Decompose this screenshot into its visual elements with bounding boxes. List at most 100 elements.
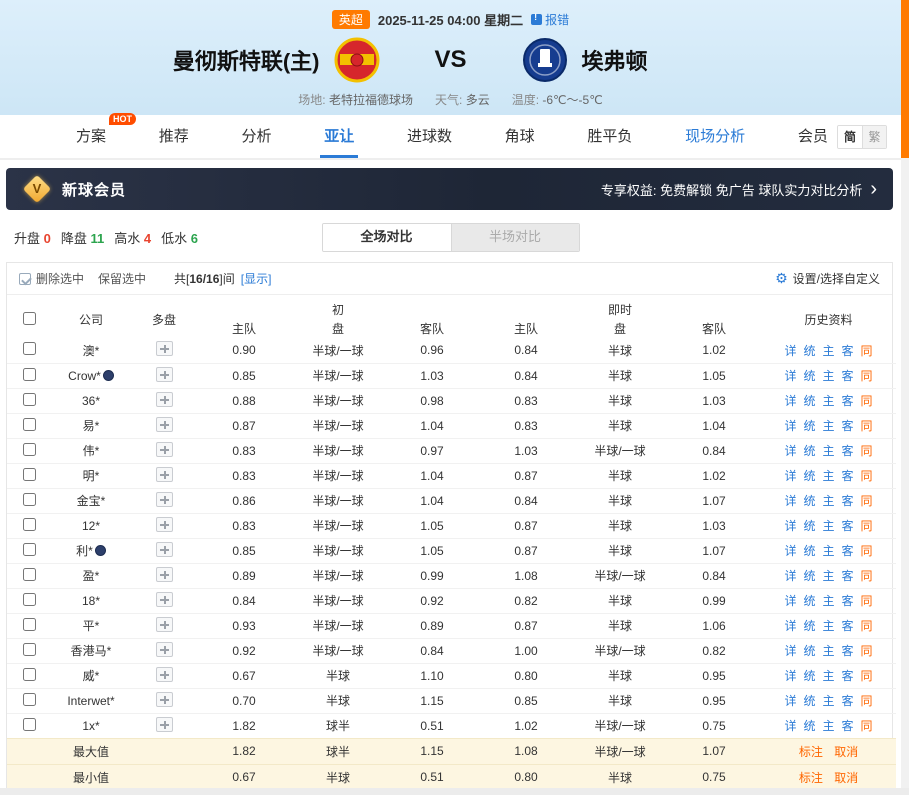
history-link-home[interactable]: 主 — [823, 592, 835, 609]
banner-benefits[interactable]: 专享权益: 免费解锁 免广告 球队实力对比分析 › — [601, 179, 877, 199]
tab-corners[interactable]: 角球 — [501, 115, 539, 158]
history-link-stats[interactable]: 统 — [804, 692, 816, 709]
multi-odds-button[interactable] — [156, 367, 173, 382]
history-link-same[interactable]: 同 — [861, 367, 873, 384]
history-link-same[interactable]: 同 — [861, 567, 873, 584]
history-link-same[interactable]: 同 — [861, 667, 873, 684]
history-link-stats[interactable]: 统 — [804, 467, 816, 484]
history-link-same[interactable]: 同 — [861, 517, 873, 534]
history-link-home[interactable]: 主 — [823, 567, 835, 584]
history-link-stats[interactable]: 统 — [804, 342, 816, 359]
history-link-home[interactable]: 主 — [823, 492, 835, 509]
company-name[interactable]: 澳* — [51, 338, 131, 363]
row-checkbox[interactable] — [23, 568, 36, 581]
history-link-away[interactable]: 客 — [842, 567, 854, 584]
history-link-detail[interactable]: 详 — [784, 392, 796, 409]
history-link-detail[interactable]: 详 — [784, 667, 796, 684]
settings-button[interactable]: ⚙ 设置/选择自定义 — [775, 270, 880, 287]
history-link-same[interactable]: 同 — [861, 642, 873, 659]
row-checkbox[interactable] — [23, 393, 36, 406]
history-link-home[interactable]: 主 — [823, 467, 835, 484]
row-checkbox[interactable] — [23, 618, 36, 631]
history-link-detail[interactable]: 详 — [784, 417, 796, 434]
tab-asian-handicap[interactable]: 亚让 — [320, 115, 358, 158]
history-link-home[interactable]: 主 — [823, 617, 835, 634]
cancel-link[interactable]: 取消 — [834, 771, 858, 785]
history-link-home[interactable]: 主 — [823, 542, 835, 559]
report-error-link[interactable]: 报错 — [531, 11, 569, 28]
history-link-away[interactable]: 客 — [842, 417, 854, 434]
tab-full-match-compare[interactable]: 全场对比 — [323, 224, 451, 251]
history-link-detail[interactable]: 详 — [784, 467, 796, 484]
row-checkbox[interactable] — [23, 593, 36, 606]
history-link-detail[interactable]: 详 — [784, 717, 796, 734]
multi-odds-button[interactable] — [156, 692, 173, 707]
history-link-home[interactable]: 主 — [823, 642, 835, 659]
vertical-scrollbar-thumb[interactable] — [901, 0, 909, 158]
lang-traditional-button[interactable]: 繁 — [862, 126, 886, 148]
show-link[interactable]: [显示] — [241, 270, 272, 287]
tab-plans[interactable]: 方案HOT — [72, 115, 110, 158]
history-link-detail[interactable]: 详 — [784, 567, 796, 584]
history-link-detail[interactable]: 详 — [784, 492, 796, 509]
history-link-away[interactable]: 客 — [842, 692, 854, 709]
row-checkbox[interactable] — [23, 643, 36, 656]
keep-selected-button[interactable]: 保留选中 — [98, 270, 146, 287]
history-link-away[interactable]: 客 — [842, 442, 854, 459]
row-checkbox[interactable] — [23, 668, 36, 681]
multi-odds-button[interactable] — [156, 617, 173, 632]
multi-odds-button[interactable] — [156, 542, 173, 557]
history-link-detail[interactable]: 详 — [784, 542, 796, 559]
tab-analysis[interactable]: 分析 — [237, 115, 275, 158]
company-name[interactable]: 12* — [51, 513, 131, 538]
multi-odds-button[interactable] — [156, 717, 173, 732]
company-name[interactable]: 18* — [51, 588, 131, 613]
history-link-stats[interactable]: 统 — [804, 642, 816, 659]
history-link-stats[interactable]: 统 — [804, 592, 816, 609]
multi-odds-button[interactable] — [156, 341, 173, 356]
history-link-home[interactable]: 主 — [823, 692, 835, 709]
lang-simplified-button[interactable]: 简 — [838, 126, 862, 148]
history-link-home[interactable]: 主 — [823, 667, 835, 684]
company-name[interactable]: 易* — [51, 413, 131, 438]
history-link-away[interactable]: 客 — [842, 642, 854, 659]
history-link-away[interactable]: 客 — [842, 367, 854, 384]
multi-odds-button[interactable] — [156, 517, 173, 532]
tab-recommend[interactable]: 推荐 — [155, 115, 193, 158]
multi-odds-button[interactable] — [156, 642, 173, 657]
history-link-home[interactable]: 主 — [823, 442, 835, 459]
company-name[interactable]: 金宝* — [51, 488, 131, 513]
multi-odds-button[interactable] — [156, 567, 173, 582]
company-name[interactable]: 36* — [51, 388, 131, 413]
multi-odds-button[interactable] — [156, 667, 173, 682]
tab-1x2[interactable]: 胜平负 — [583, 115, 636, 158]
history-link-same[interactable]: 同 — [861, 342, 873, 359]
tab-half-match-compare[interactable]: 半场对比 — [451, 224, 579, 251]
history-link-same[interactable]: 同 — [861, 392, 873, 409]
history-link-stats[interactable]: 统 — [804, 442, 816, 459]
history-link-stats[interactable]: 统 — [804, 717, 816, 734]
multi-odds-button[interactable] — [156, 592, 173, 607]
history-link-away[interactable]: 客 — [842, 717, 854, 734]
history-link-same[interactable]: 同 — [861, 592, 873, 609]
company-name[interactable]: 香港马* — [51, 638, 131, 663]
history-link-detail[interactable]: 详 — [784, 617, 796, 634]
horizontal-scrollbar[interactable] — [0, 788, 909, 795]
company-name[interactable]: 平* — [51, 613, 131, 638]
history-link-same[interactable]: 同 — [861, 617, 873, 634]
history-link-stats[interactable]: 统 — [804, 367, 816, 384]
company-name[interactable]: Interwet* — [51, 688, 131, 713]
history-link-home[interactable]: 主 — [823, 392, 835, 409]
history-link-detail[interactable]: 详 — [784, 342, 796, 359]
history-link-away[interactable]: 客 — [842, 342, 854, 359]
history-link-stats[interactable]: 统 — [804, 417, 816, 434]
row-checkbox[interactable] — [23, 543, 36, 556]
history-link-detail[interactable]: 详 — [784, 692, 796, 709]
history-link-away[interactable]: 客 — [842, 492, 854, 509]
cancel-link[interactable]: 取消 — [834, 745, 858, 759]
row-checkbox[interactable] — [23, 493, 36, 506]
history-link-away[interactable]: 客 — [842, 592, 854, 609]
history-link-away[interactable]: 客 — [842, 667, 854, 684]
tab-member[interactable]: 会员 — [794, 115, 832, 158]
row-checkbox[interactable] — [23, 418, 36, 431]
